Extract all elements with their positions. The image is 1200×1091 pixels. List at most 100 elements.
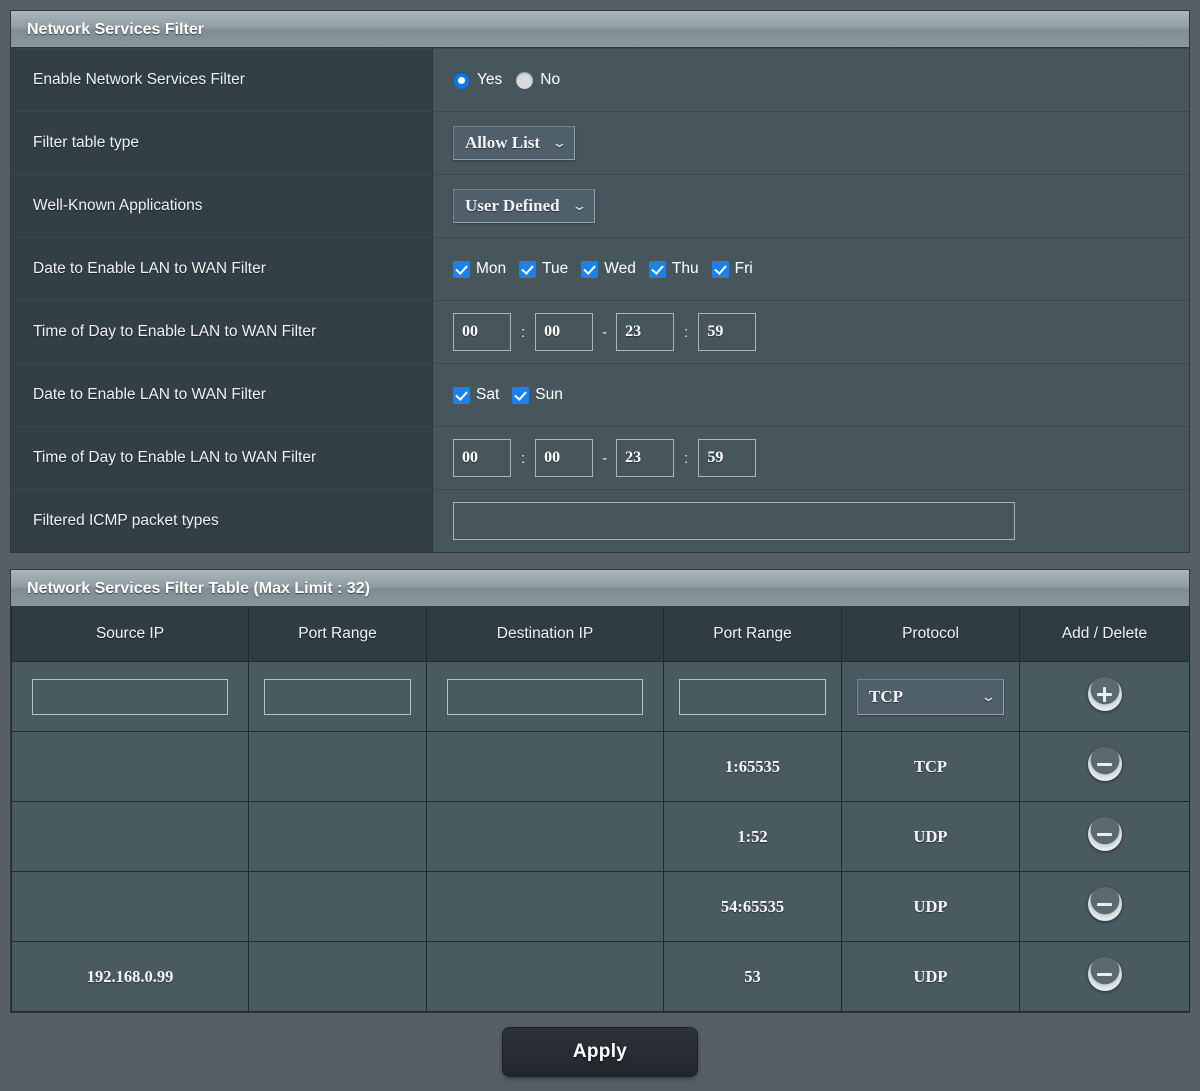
cell-action xyxy=(1019,941,1190,1012)
table-row-new-entry: TCP ⌄ xyxy=(11,661,1190,732)
checkbox-sun[interactable]: Sun xyxy=(512,386,563,404)
checkbox-wed-icon[interactable] xyxy=(581,260,599,278)
weekend-end-colon: : xyxy=(684,449,689,467)
footer-actions: Apply xyxy=(10,1013,1190,1091)
checkbox-sat-label: Sat xyxy=(476,386,500,403)
new-protocol-selected-value: TCP xyxy=(869,686,903,706)
cell-new-source-port xyxy=(248,661,427,732)
checkbox-tue-icon[interactable] xyxy=(519,260,537,278)
checkbox-thu[interactable]: Thu xyxy=(648,260,699,278)
cell-destination-ip xyxy=(426,731,664,802)
weekday-start-minute-input[interactable] xyxy=(535,313,594,351)
cell-source-port xyxy=(248,871,427,942)
row-date-weekday: Date to Enable LAN to WAN Filter Mon Tue… xyxy=(11,237,1189,300)
checkbox-fri-icon[interactable] xyxy=(711,260,729,278)
cell-source-port xyxy=(248,801,427,872)
checkbox-mon-label: Mon xyxy=(476,260,507,277)
well-known-applications-selected-value: User Defined xyxy=(465,196,560,215)
radio-no-icon[interactable] xyxy=(516,71,534,89)
row-well-known-applications: Well-Known Applications User Defined ⌄ xyxy=(11,174,1189,237)
well-known-applications-select[interactable]: User Defined ⌄ xyxy=(453,189,595,223)
column-header-protocol: Protocol xyxy=(841,607,1020,662)
checkbox-sun-label: Sun xyxy=(535,386,563,403)
checkbox-sat[interactable]: Sat xyxy=(453,386,499,404)
value-filter-table-type: Allow List ⌄ xyxy=(433,112,1189,174)
column-header-source-ip: Source IP xyxy=(11,607,249,662)
value-enable-filter: Yes No xyxy=(433,49,1189,111)
value-time-weekday: : - : xyxy=(433,301,1189,363)
checkbox-tue[interactable]: Tue xyxy=(519,260,568,278)
row-filtered-icmp: Filtered ICMP packet types xyxy=(11,489,1189,552)
minus-circle-icon[interactable] xyxy=(1087,957,1122,991)
checkbox-sun-icon[interactable] xyxy=(512,386,530,404)
checkbox-fri[interactable]: Fri xyxy=(711,260,753,278)
plus-circle-icon[interactable] xyxy=(1087,677,1122,711)
settings-panel-title: Network Services Filter xyxy=(11,11,1189,48)
weekend-start-hour-input[interactable] xyxy=(453,439,511,477)
minus-circle-icon[interactable] xyxy=(1087,887,1122,921)
cell-action xyxy=(1019,801,1190,872)
radio-option-no[interactable]: No xyxy=(516,71,560,89)
column-header-destination-port-range: Port Range xyxy=(663,607,842,662)
checkbox-wed[interactable]: Wed xyxy=(581,260,636,278)
weekday-range-dash: - xyxy=(602,323,608,341)
table-body: TCP ⌄ 1:65535 TCP 1:52 UDP 54:65535 UDP … xyxy=(11,661,1190,1012)
new-destination-port-input[interactable] xyxy=(679,678,826,715)
row-time-weekend: Time of Day to Enable LAN to WAN Filter … xyxy=(11,426,1189,489)
weekend-end-hour-input[interactable] xyxy=(616,439,675,477)
table-row: 1:52 UDP xyxy=(11,801,1190,872)
settings-panel: Network Services Filter Enable Network S… xyxy=(10,10,1190,553)
checkbox-mon-icon[interactable] xyxy=(453,260,470,278)
minus-circle-icon[interactable] xyxy=(1087,747,1122,781)
cell-protocol: UDP xyxy=(841,801,1020,872)
cell-protocol: UDP xyxy=(841,871,1020,942)
label-filtered-icmp: Filtered ICMP packet types xyxy=(11,490,433,552)
radio-yes-icon[interactable] xyxy=(453,71,470,89)
weekday-start-hour-input[interactable] xyxy=(453,313,511,351)
new-protocol-select[interactable]: TCP ⌄ xyxy=(857,678,1004,715)
cell-source-port xyxy=(248,731,427,802)
table-row: 54:65535 UDP xyxy=(11,871,1190,942)
network-services-filter-page: Network Services Filter Enable Network S… xyxy=(0,0,1200,1079)
cell-source-ip xyxy=(11,731,249,802)
cell-source-ip xyxy=(11,801,249,872)
chevron-down-icon: ⌄ xyxy=(980,688,997,704)
cell-new-destination-port xyxy=(663,661,842,732)
radio-yes-label: Yes xyxy=(477,71,503,88)
filter-table-type-selected-value: Allow List xyxy=(465,133,541,152)
new-source-port-input[interactable] xyxy=(264,678,411,715)
cell-new-source-ip xyxy=(11,661,249,732)
weekend-end-minute-input[interactable] xyxy=(698,439,757,477)
row-filter-table-type: Filter table type Allow List ⌄ xyxy=(11,111,1189,174)
row-time-weekday: Time of Day to Enable LAN to WAN Filter … xyxy=(11,300,1189,363)
cell-destination-port: 1:65535 xyxy=(663,731,842,802)
filtered-icmp-input[interactable] xyxy=(453,502,1015,540)
weekend-checkbox-group: Sat Sun xyxy=(453,386,563,404)
apply-button[interactable]: Apply xyxy=(502,1027,698,1077)
radio-option-yes[interactable]: Yes xyxy=(453,71,502,89)
weekend-start-minute-input[interactable] xyxy=(535,439,594,477)
minus-circle-icon[interactable] xyxy=(1087,817,1122,851)
new-destination-ip-input[interactable] xyxy=(446,678,644,715)
cell-action xyxy=(1019,731,1190,802)
checkbox-sat-icon[interactable] xyxy=(453,386,470,404)
checkbox-mon[interactable]: Mon xyxy=(453,260,506,278)
checkbox-tue-label: Tue xyxy=(542,260,569,277)
weekday-end-colon: : xyxy=(684,323,689,341)
value-date-weekday: Mon Tue Wed Thu Fri xyxy=(433,238,1189,300)
filter-table-panel-title: Network Services Filter Table (Max Limit… xyxy=(11,570,1189,607)
filter-table-type-select[interactable]: Allow List ⌄ xyxy=(453,126,575,160)
chevron-down-icon: ⌄ xyxy=(551,135,568,150)
weekday-end-hour-input[interactable] xyxy=(616,313,675,351)
new-source-ip-input[interactable] xyxy=(31,678,229,715)
table-row: 192.168.0.99 53 UDP xyxy=(11,941,1190,1012)
cell-destination-port: 54:65535 xyxy=(663,871,842,942)
cell-destination-ip xyxy=(426,801,664,872)
label-time-weekday: Time of Day to Enable LAN to WAN Filter xyxy=(11,301,433,363)
cell-new-action xyxy=(1019,661,1190,732)
weekend-time-range: : - : xyxy=(453,439,757,477)
cell-destination-port: 53 xyxy=(663,941,842,1012)
checkbox-thu-icon[interactable] xyxy=(648,260,666,278)
weekday-end-minute-input[interactable] xyxy=(698,313,757,351)
row-enable-filter: Enable Network Services Filter Yes No xyxy=(11,48,1189,111)
